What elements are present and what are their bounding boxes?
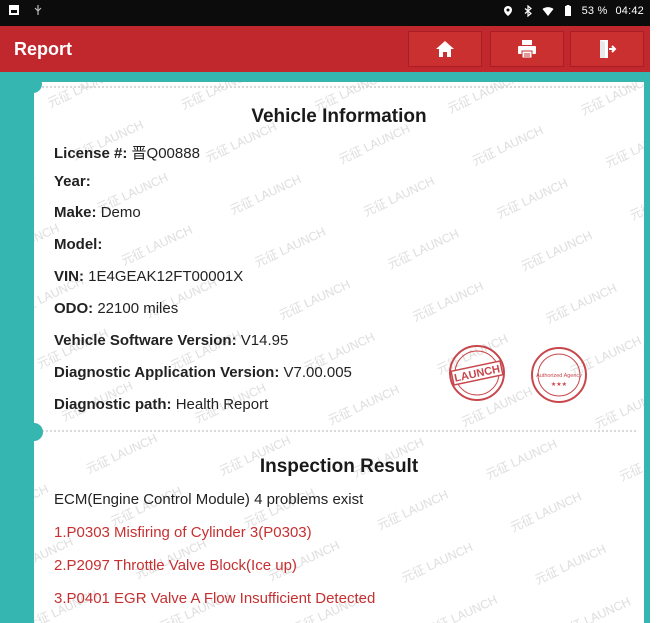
wifi-icon — [542, 7, 554, 16]
make-row: Make: Demo — [54, 204, 141, 221]
image-notification-icon — [9, 5, 19, 15]
app-version-label: Diagnostic Application Version: — [54, 364, 280, 381]
card-notch-left — [34, 423, 43, 441]
usb-icon — [34, 5, 42, 15]
home-button[interactable] — [408, 31, 482, 67]
odo-row: ODO: 22100 miles — [54, 300, 178, 317]
card-notch-top-left — [24, 75, 42, 93]
problem-item[interactable]: 3.P0401 EGR Valve A Flow Insufficient De… — [54, 590, 375, 607]
year-label: Year: — [54, 173, 91, 190]
year-row: Year: — [54, 173, 91, 190]
problem-item[interactable]: 2.P2097 Throttle Valve Block(Ice up) — [54, 557, 297, 574]
software-version-row: Vehicle Software Version: V14.95 — [54, 332, 288, 349]
bluetooth-icon — [524, 5, 532, 17]
app-version-value: V7.00.005 — [283, 364, 352, 381]
location-icon — [503, 6, 512, 16]
vehicle-info-heading: Vehicle Information — [251, 106, 427, 127]
page-title: Report — [14, 39, 72, 59]
problem-item[interactable]: 1.P0303 Misfiring of Cylinder 3(P0303) — [54, 524, 312, 541]
app-bar: Report — [0, 26, 650, 72]
printer-icon — [518, 40, 536, 59]
odo-value: 22100 miles — [97, 300, 179, 317]
license-value: 晋Q00888 — [131, 145, 200, 162]
home-icon — [436, 41, 454, 57]
diagnostic-path-row: Diagnostic path: Health Report — [54, 396, 268, 413]
exit-icon — [600, 40, 617, 58]
app-version-row: Diagnostic Application Version: V7.00.00… — [54, 364, 352, 381]
exit-button[interactable] — [570, 31, 644, 67]
software-version-value: V14.95 — [240, 332, 289, 349]
svg-text:★★★: ★★★ — [551, 381, 567, 388]
vin-row: VIN: 1E4GEAK12FT00001X — [54, 268, 243, 285]
clock: 04:42 — [615, 5, 644, 17]
divider-middle — [42, 430, 636, 432]
diagnostic-path-label: Diagnostic path: — [54, 396, 172, 413]
license-row: License #: 晋Q00888 — [54, 142, 200, 163]
inspection-heading: Inspection Result — [259, 456, 419, 477]
battery-icon — [564, 5, 571, 16]
diagnostic-path-value: Health Report — [175, 396, 269, 413]
vin-value: 1E4GEAK12FT00001X — [88, 268, 244, 285]
report-card: 元征 LAUNCH Vehicle Information License #:… — [34, 82, 644, 623]
license-label: License #: — [54, 145, 128, 162]
make-label: Make: — [54, 204, 97, 221]
divider-top — [42, 86, 636, 88]
vin-label: VIN: — [54, 268, 84, 285]
authorized-agency-stamp: Authorized Agency ★★★ — [531, 347, 587, 403]
model-label: Model: — [54, 236, 103, 253]
software-version-label: Vehicle Software Version: — [54, 332, 237, 349]
report-content[interactable]: 元征 LAUNCH Vehicle Information License #:… — [0, 72, 650, 623]
battery-percent: 53 % — [581, 5, 608, 17]
make-value: Demo — [100, 204, 141, 221]
model-row: Model: — [54, 236, 102, 253]
print-button[interactable] — [490, 31, 564, 67]
odo-label: ODO: — [54, 300, 94, 317]
status-bar: 53 % 04:42 — [0, 0, 650, 26]
launch-stamp: LAUNCH — [449, 345, 505, 401]
inspection-summary: ECM(Engine Control Module) 4 problems ex… — [54, 491, 364, 508]
authorized-stamp-text: Authorized Agency — [536, 373, 582, 379]
